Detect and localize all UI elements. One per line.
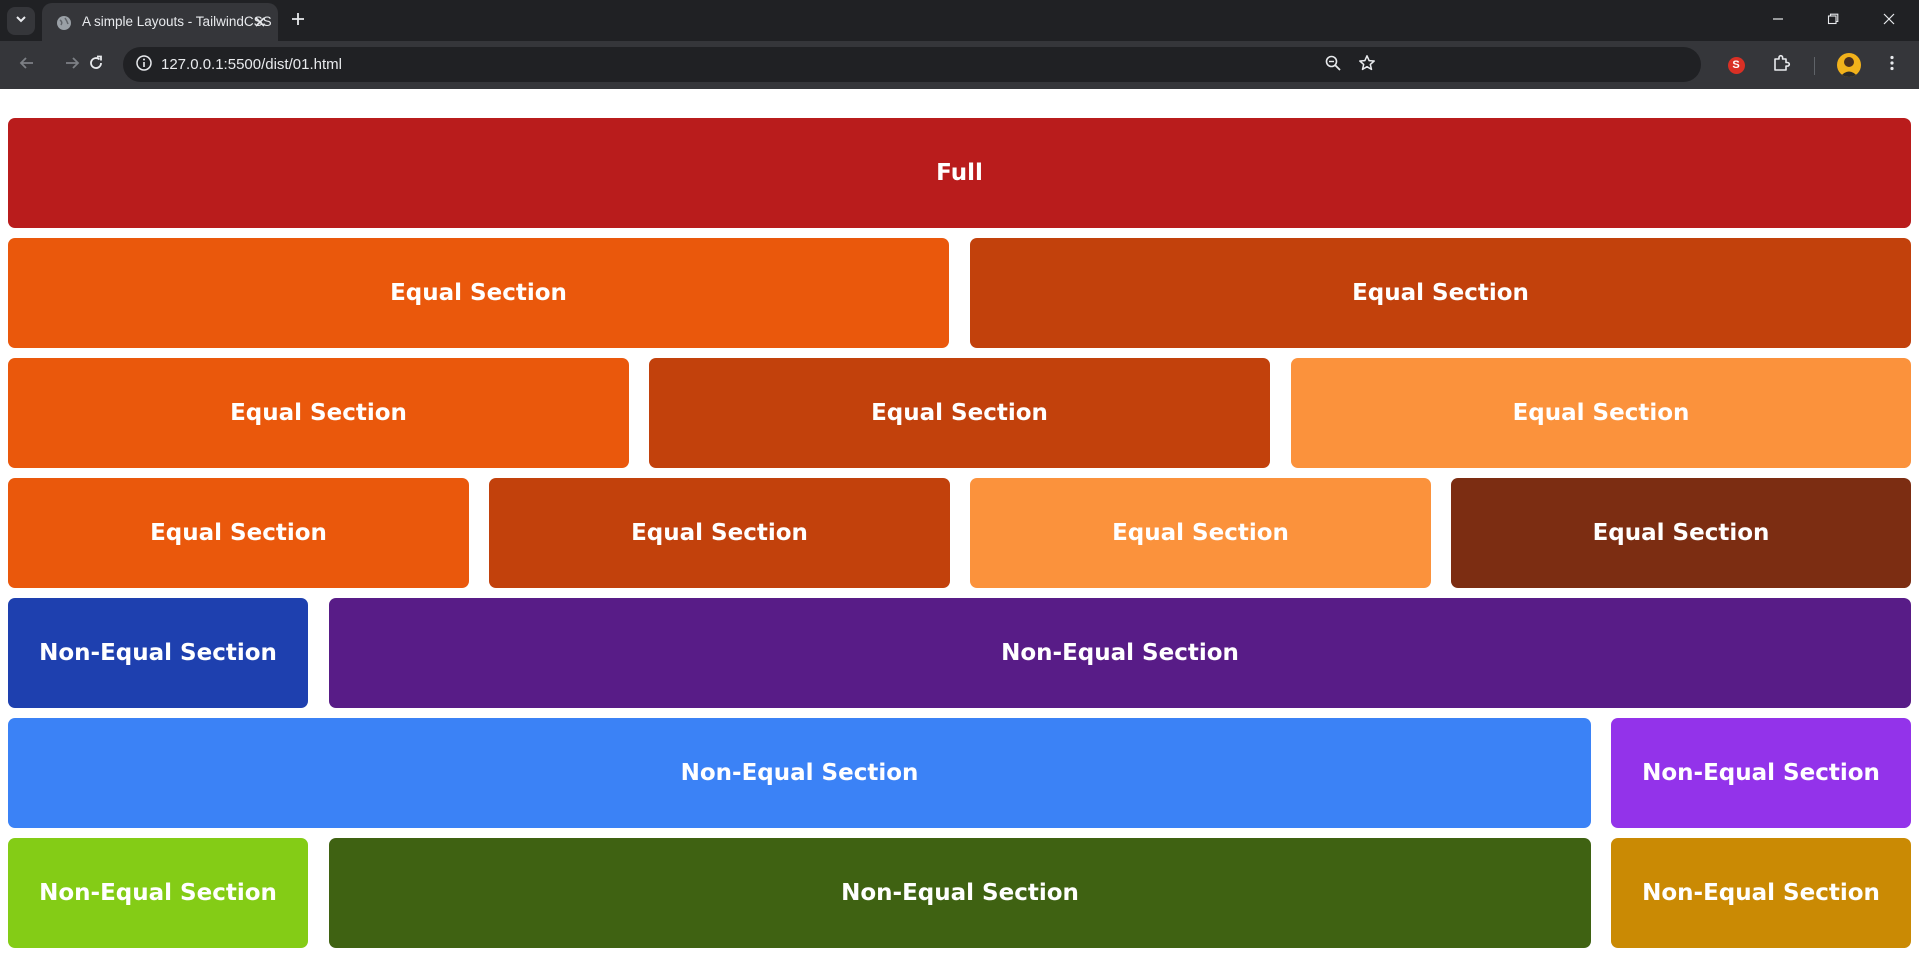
non-equal-section: Non-Equal Section	[1611, 838, 1911, 948]
section-label: Equal Section	[230, 400, 407, 426]
close-icon[interactable]	[252, 14, 268, 30]
section-label: Equal Section	[150, 520, 327, 546]
address-bar[interactable]: 127.0.0.1:5500/dist/01.html	[123, 47, 1701, 82]
section-label: Equal Section	[1352, 280, 1529, 306]
star-icon	[1358, 54, 1376, 77]
extension-s-icon: S	[1727, 56, 1745, 74]
full-section: Full	[8, 118, 1911, 228]
plus-icon	[291, 12, 305, 31]
globe-icon	[56, 15, 72, 31]
extensions-button[interactable]	[1768, 51, 1796, 79]
non-equal-section: Non-Equal Section	[8, 718, 1591, 828]
non-equal-section: Non-Equal Section	[8, 598, 308, 708]
info-icon	[135, 54, 153, 77]
section-label: Non-Equal Section	[39, 880, 277, 906]
puzzle-icon	[1772, 53, 1792, 78]
section-label: Equal Section	[1592, 520, 1770, 546]
non-equal-section: Non-Equal Section	[1611, 718, 1911, 828]
equal-section: Equal Section	[970, 478, 1431, 588]
minimize-button[interactable]	[1755, 0, 1801, 41]
section-label: Equal Section	[1112, 520, 1289, 546]
equal-section: Equal Section	[8, 358, 629, 468]
section-label: Equal Section	[390, 280, 567, 306]
section-label: Non-Equal Section	[39, 640, 277, 666]
non-equal-section: Non-Equal Section	[329, 838, 1591, 948]
section-label: Full	[936, 160, 983, 186]
restore-button[interactable]	[1810, 0, 1856, 41]
back-button[interactable]	[13, 51, 41, 79]
zoom-button[interactable]	[1321, 53, 1345, 77]
section-label: Equal Section	[1512, 400, 1690, 426]
arrow-right-icon	[63, 54, 81, 77]
site-info-button[interactable]	[131, 52, 157, 78]
section-label: Equal Section	[871, 400, 1048, 426]
section-label: Non-Equal Section	[680, 760, 919, 786]
reload-icon	[87, 54, 105, 77]
equal-section: Equal Section	[8, 238, 949, 348]
avatar	[1837, 53, 1861, 77]
equal-section: Equal Section	[1451, 478, 1911, 588]
equal-section: Equal Section	[8, 478, 469, 588]
kebab-menu-icon	[1883, 54, 1901, 77]
window-close-button[interactable]	[1866, 0, 1912, 41]
menu-button[interactable]	[1878, 51, 1906, 79]
equal-section: Equal Section	[970, 238, 1911, 348]
url-text[interactable]: 127.0.0.1:5500/dist/01.html	[161, 56, 342, 73]
section-label: Non-Equal Section	[1642, 880, 1880, 906]
tab-title: A simple Layouts - TailwindCSS	[82, 14, 272, 29]
chevron-down-icon	[14, 12, 28, 31]
section-label: Non-Equal Section	[1001, 640, 1239, 666]
reload-button[interactable]	[82, 51, 110, 79]
non-equal-section: Non-Equal Section	[329, 598, 1911, 708]
zoom-out-icon	[1324, 54, 1342, 77]
equal-section: Equal Section	[1291, 358, 1911, 468]
toolbar-divider	[1814, 57, 1815, 75]
section-label: Non-Equal Section	[841, 880, 1079, 906]
new-tab-button[interactable]	[287, 10, 309, 32]
non-equal-section: Non-Equal Section	[8, 838, 308, 948]
bookmark-button[interactable]	[1355, 53, 1379, 77]
browser-toolbar: 127.0.0.1:5500/dist/01.html S	[0, 41, 1919, 89]
extension-s-button[interactable]: S	[1722, 51, 1750, 79]
profile-button[interactable]	[1835, 51, 1863, 79]
section-label: Equal Section	[631, 520, 808, 546]
equal-section: Equal Section	[649, 358, 1270, 468]
arrow-left-icon	[18, 54, 36, 77]
minimize-icon	[1772, 12, 1784, 30]
tab-search-button[interactable]	[7, 7, 35, 35]
active-tab[interactable]: A simple Layouts - TailwindCSS	[42, 3, 278, 41]
equal-section: Equal Section	[489, 478, 950, 588]
page-content: Full Equal Section Equal Section Equal S…	[0, 89, 1919, 956]
restore-icon	[1827, 12, 1839, 30]
section-label: Non-Equal Section	[1642, 760, 1880, 786]
close-icon	[1883, 12, 1895, 30]
browser-tab-strip: A simple Layouts - TailwindCSS	[0, 0, 1919, 41]
